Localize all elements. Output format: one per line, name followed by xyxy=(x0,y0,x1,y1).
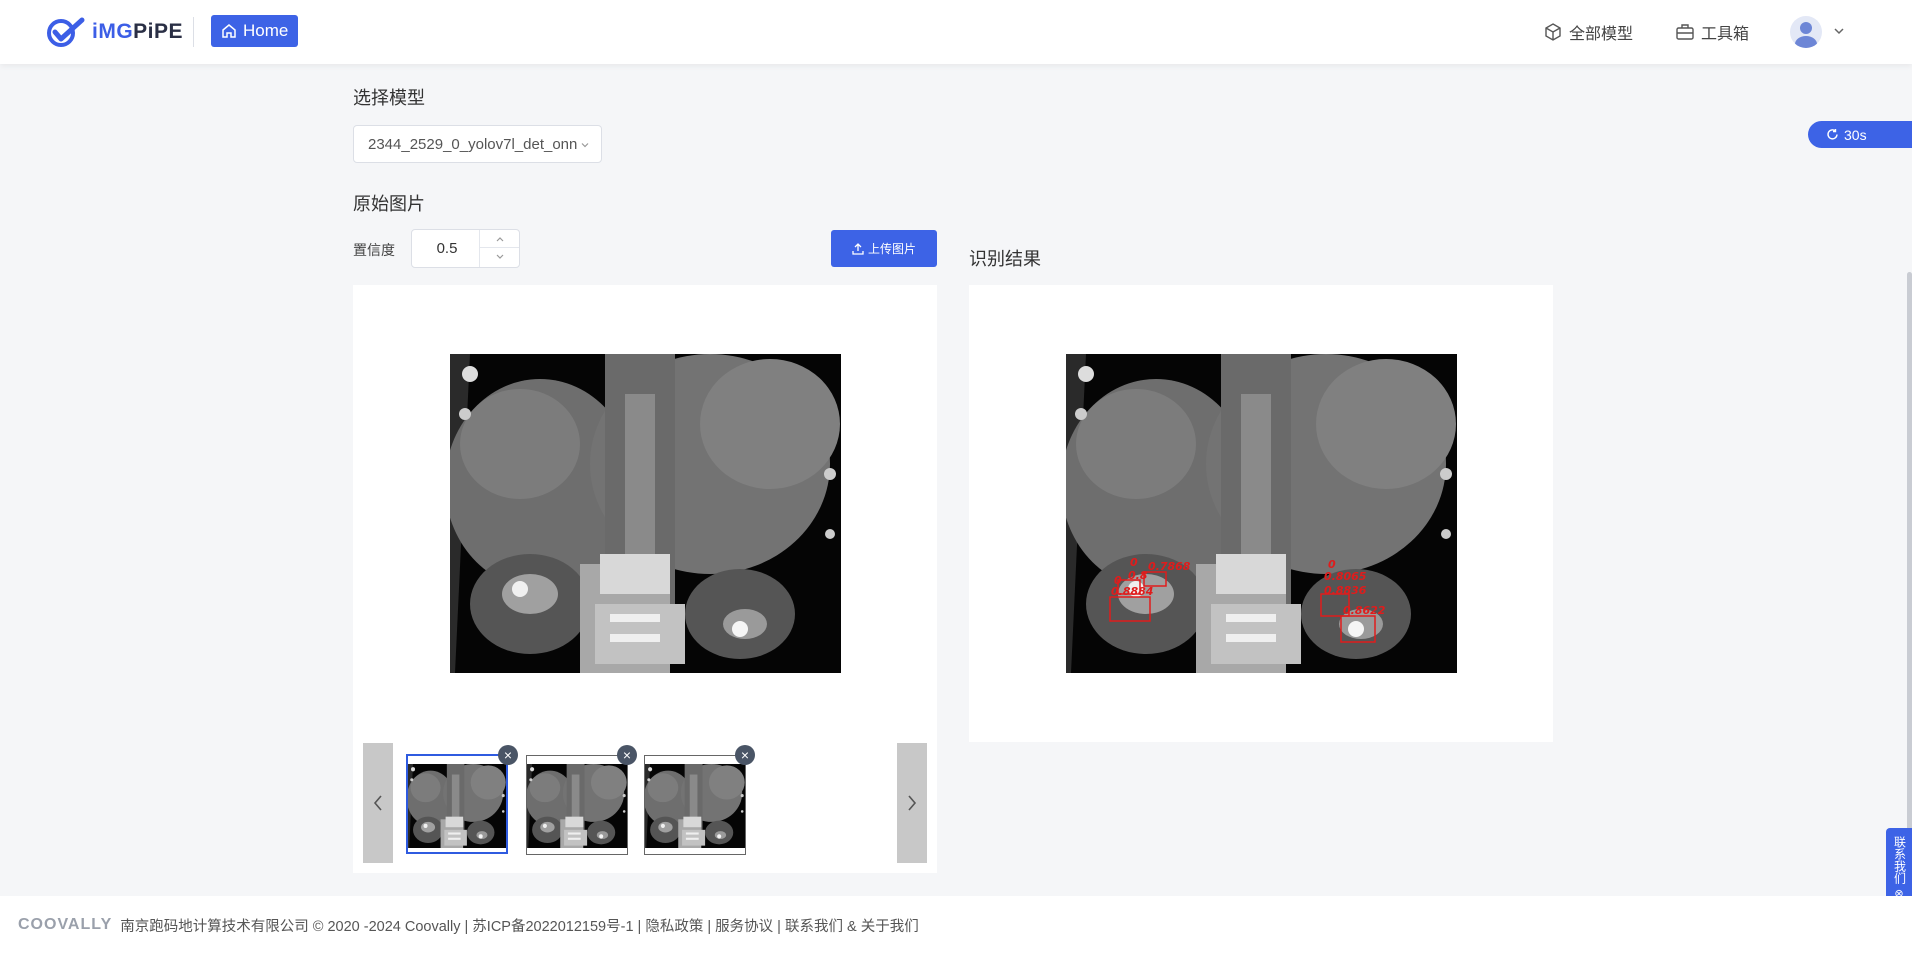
original-ct-image xyxy=(450,354,841,673)
nav-toolbox[interactable]: 工具箱 xyxy=(1675,20,1749,44)
logo-check-icon xyxy=(47,17,85,47)
logo-text: iMGPiPE xyxy=(92,20,184,43)
carousel-next-button[interactable] xyxy=(897,743,927,863)
top-navbar: iMGPiPE Home 全部模型 工具箱 xyxy=(0,0,1912,64)
chevron-right-icon xyxy=(908,795,917,811)
upload-label: 上传图片 xyxy=(867,242,916,256)
result-panel: 0.8884 0.8 0.7868 0 0 0.8065 0.8836 0.86… xyxy=(969,285,1553,742)
detection-label: 0 xyxy=(1328,558,1336,571)
result-title: 识别结果 xyxy=(969,249,1041,269)
original-image-title: 原始图片 xyxy=(353,194,425,214)
home-label: Home xyxy=(243,21,289,40)
detection-label: 0 xyxy=(1114,574,1122,587)
thumbnail-item[interactable] xyxy=(644,755,746,855)
thumbnail-item[interactable] xyxy=(526,755,628,855)
close-icon[interactable]: × xyxy=(498,745,518,765)
detection-label: 0 xyxy=(1130,556,1138,569)
close-icon[interactable]: × xyxy=(617,745,637,765)
detection-label: 0.7868 xyxy=(1148,560,1191,573)
thumbnail-image xyxy=(645,764,745,848)
home-button[interactable]: Home xyxy=(211,15,299,47)
select-model-title: 选择模型 xyxy=(353,88,425,108)
brand-logo[interactable]: iMGPiPE xyxy=(46,16,183,48)
toolbox-icon xyxy=(1676,24,1694,40)
page-footer: COOVALLY 南京跑码地计算技术有限公司 © 2020 -2024 Coov… xyxy=(0,896,1912,954)
chevron-left-icon xyxy=(373,795,382,811)
thumbnail-image xyxy=(527,764,627,848)
home-icon xyxy=(222,24,236,38)
carousel-prev-button[interactable] xyxy=(363,743,393,863)
refresh-timer-label: 30s xyxy=(1844,126,1867,143)
refresh-timer-button[interactable]: 30s xyxy=(1808,121,1912,148)
cube-icon xyxy=(1545,23,1561,41)
original-image-panel: × × × xyxy=(353,285,937,873)
detection-label: 0.8065 xyxy=(1324,570,1367,583)
nav-all-models[interactable]: 全部模型 xyxy=(1543,20,1633,44)
chevron-down-icon[interactable] xyxy=(1832,24,1846,38)
user-avatar-icon[interactable] xyxy=(1790,16,1822,48)
contact-us-label: 联系我们 xyxy=(1892,836,1907,884)
detection-label: 0.8622 xyxy=(1343,604,1386,617)
chevron-up-icon xyxy=(496,236,503,241)
chevron-down-icon xyxy=(496,254,503,259)
confidence-label: 置信度 xyxy=(353,242,395,258)
model-select[interactable]: 2344_2529_0_yolov7l_det_onn xyxy=(353,125,602,163)
page-scrollbar[interactable] xyxy=(1907,272,1912,872)
result-ct-image: 0.8884 0.8 0.7868 0 0 0.8065 0.8836 0.86… xyxy=(1066,354,1457,673)
decrement-button[interactable] xyxy=(480,248,519,266)
footer-text[interactable]: 南京跑码地计算技术有限公司 © 2020 -2024 Coovally | 苏I… xyxy=(120,915,918,936)
detection-label: 0.8 xyxy=(1128,569,1148,582)
chevron-down-icon xyxy=(581,143,589,148)
thumbnail-item[interactable] xyxy=(406,754,508,854)
close-icon[interactable]: × xyxy=(735,745,755,765)
footer-brand: COOVALLY xyxy=(18,916,113,933)
increment-button[interactable] xyxy=(480,230,519,248)
upload-image-button[interactable]: 上传图片 xyxy=(831,230,937,267)
header-divider xyxy=(193,17,194,47)
upload-icon xyxy=(852,242,864,255)
thumbnail-image xyxy=(408,764,506,848)
confidence-input[interactable]: 0.5 xyxy=(412,230,482,267)
model-select-value: 2344_2529_0_yolov7l_det_onn xyxy=(368,135,578,153)
detection-label: 0.8836 xyxy=(1324,584,1367,597)
refresh-icon xyxy=(1827,129,1838,140)
confidence-stepper[interactable]: 0.5 xyxy=(411,229,520,268)
nav-all-models-label: 全部模型 xyxy=(1569,26,1634,43)
nav-toolbox-label: 工具箱 xyxy=(1701,26,1750,43)
